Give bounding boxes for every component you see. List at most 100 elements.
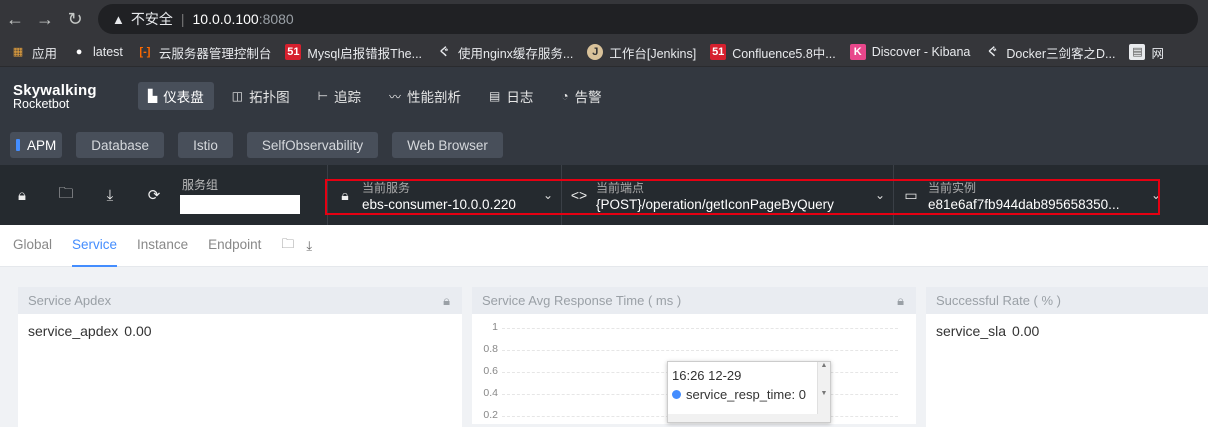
dashboard-content: Service Apdex 🔒︎ service_apdex 0.00 Servic… (0, 267, 1208, 427)
gridline (502, 350, 898, 351)
nav-alarm[interactable]: ◔ 告警 (551, 82, 611, 110)
apdex-card: Service Apdex 🔒︎ service_apdex 0.00 (18, 287, 462, 427)
dashboard-icon: ▙ (148, 89, 158, 103)
lock-icon[interactable]: 🔒︎ (897, 293, 904, 309)
chevron-down-icon: ⌄ (1150, 188, 1162, 202)
layer-selfobservability[interactable]: SelfObservability (246, 132, 379, 158)
bookmarks-bar: ▦ 应用 ● latest [-] 云服务器管理控制台 51 Mysql启报错报The.… (0, 38, 1208, 67)
address-bar[interactable]: ▲ 不安全 | 10.0.0.100 :8080 (98, 4, 1198, 34)
current-service-label: 当前服务 (362, 180, 411, 195)
alarm-icon: ◔ (561, 89, 569, 103)
gridline (502, 328, 898, 329)
current-instance-selector[interactable]: ▭ 当前实例 e81e6af7fb944dab895658350... ⌄ (893, 165, 1180, 225)
y-tick-label: 1 (492, 321, 498, 333)
nav-trace[interactable]: ⊢ 追踪 (308, 82, 371, 110)
current-service-value: ebs-consumer-10.0.0.220 (362, 196, 516, 212)
dashboard-tabs: Global Service Instance Endpoint 🗀 ⤓ (0, 225, 1208, 267)
nav-dashboard[interactable]: ▙ 仪表盘 (138, 82, 214, 110)
metric-key: service_apdex (28, 323, 119, 339)
layer-bar: APM Database Istio SelfObservability Web… (0, 125, 1208, 165)
nav-log[interactable]: ▤ 日志 (479, 82, 543, 110)
y-tick-label: 0.2 (483, 409, 498, 421)
nav-topology[interactable]: ◫ 拓扑图 (222, 82, 300, 110)
url-host: 10.0.0.100 (192, 11, 259, 27)
metric-value: 0.00 (124, 323, 152, 339)
tab-endpoint[interactable]: Endpoint (208, 225, 261, 267)
logo-line2: Rocketbot (13, 96, 70, 111)
bookmark-apps[interactable]: ▦ 应用 (10, 43, 57, 62)
tab-global[interactable]: Global (13, 225, 52, 267)
bookmark-docker[interactable]: ぐ Docker三剑客之D... (984, 43, 1116, 62)
lock-icon[interactable]: 🔒︎ (443, 293, 450, 309)
current-endpoint-label: 当前端点 (596, 180, 645, 195)
bookmark-aliyun[interactable]: [-] 云服务器管理控制台 (137, 43, 271, 62)
service-group: 服务组 (180, 176, 302, 214)
feather-icon: ぐ (986, 46, 998, 58)
app-header: Skywalking Rocketbot ▙ 仪表盘 ◫ 拓扑图 ⊢ 追踪 〰性能剖析… (0, 67, 1208, 125)
tab-service[interactable]: Service (72, 225, 118, 267)
bookmark-latest[interactable]: ● latest (71, 44, 123, 60)
card-header: Service Apdex 🔒︎ (18, 287, 462, 314)
current-service-text: 当前服务 ebs-consumer-10.0.0.220 (362, 179, 535, 212)
layer-istio[interactable]: Istio (178, 132, 233, 158)
download-icon[interactable]: ⤓ (306, 238, 312, 254)
bookmark-jenkins[interactable]: J 工作台[Jenkins] (587, 43, 696, 62)
folder-icon[interactable]: 🗀 (44, 183, 88, 208)
y-tick-label: 0.4 (483, 387, 498, 399)
browser-toolbar: ← → ↻ ▲ 不安全 | 10.0.0.100 :8080 (0, 0, 1208, 38)
url-port: :8080 (258, 11, 294, 27)
layer-web-browser[interactable]: Web Browser (392, 132, 503, 158)
address-separator: | (180, 11, 185, 27)
github-icon: ● (75, 46, 83, 58)
bookmark-page[interactable]: ▤ 网 (1129, 43, 1164, 62)
chart-tooltip: 16:26 12-29 service_resp_time: 0 ▲ ▼ (667, 361, 831, 423)
chevron-down-icon: ⌄ (874, 188, 886, 202)
sla-card: Successful Rate ( % ) service_sla 0.00 (926, 287, 1208, 427)
insecure-label: 不安全 (130, 11, 173, 27)
card-title: Service Apdex (28, 293, 112, 308)
bookmark-mysql[interactable]: 51 Mysql启报错报The... (285, 43, 422, 62)
tab-instance[interactable]: Instance (137, 225, 188, 267)
service-group-input[interactable] (180, 195, 300, 214)
layer-database[interactable]: Database (76, 132, 165, 158)
series-bullet (672, 390, 681, 399)
card-header: Successful Rate ( % ) (926, 287, 1208, 314)
page-icon: ▤ (1129, 44, 1146, 60)
kibana-icon: K (849, 44, 866, 60)
lock-icon[interactable]: 🔒︎ (0, 187, 44, 204)
back-button[interactable]: ← (0, 9, 30, 30)
refresh-icon[interactable]: ⟳ (132, 186, 176, 204)
bookmark-kibana[interactable]: K Discover - Kibana (849, 44, 970, 60)
top-nav: ▙ 仪表盘 ◫ 拓扑图 ⊢ 追踪 〰性能剖析 ▤ 日志 ◔ 告警 (138, 82, 620, 110)
current-instance-text: 当前实例 e81e6af7fb944dab895658350... (928, 179, 1143, 212)
resp-time-card: Service Avg Response Time ( ms ) 🔒︎ 1 0.8 0… (472, 287, 916, 427)
feather-icon: ぐ (438, 46, 450, 58)
metric-key: service_sla (936, 323, 1007, 339)
layer-apm[interactable]: APM (10, 132, 63, 158)
apps-grid-icon: ▦ (12, 46, 24, 58)
logo: Skywalking Rocketbot (0, 82, 138, 111)
chevron-down-icon: ⌄ (542, 188, 554, 202)
lock-icon: 🔒︎ (341, 186, 349, 203)
tooltip-value: 0 (798, 387, 806, 402)
tooltip-scrollbar[interactable]: ▲ ▼ (817, 362, 830, 422)
profile-icon: 〰 (389, 89, 402, 104)
tooltip-time: 16:26 12-29 (672, 368, 742, 383)
trace-icon: ⊢ (317, 89, 329, 103)
service-group-label: 服务组 (182, 178, 219, 192)
download-icon[interactable]: ⤓ (88, 187, 132, 204)
bookmark-confluence[interactable]: 51 Confluence5.8中... (710, 43, 836, 62)
card-header: Service Avg Response Time ( ms ) 🔒︎ (472, 287, 916, 314)
nav-profile[interactable]: 〰性能剖析 (379, 82, 471, 110)
current-endpoint-selector[interactable]: <> 当前端点 {POST}/operation/getIconPageByQu… (561, 165, 893, 225)
folder-icon[interactable]: 🗀 (281, 235, 294, 257)
card-title: Successful Rate ( % ) (936, 293, 1061, 308)
forward-button[interactable]: → (30, 9, 60, 30)
tooltip-hscrollbar[interactable] (668, 414, 818, 422)
code-icon: <> (570, 187, 588, 203)
bookmark-nginx[interactable]: ぐ使用nginx缓存服务... (436, 43, 574, 62)
reload-button[interactable]: ↻ (60, 9, 90, 30)
current-instance-label: 当前实例 (928, 180, 977, 195)
current-service-selector[interactable]: 🔒︎ 当前服务 ebs-consumer-10.0.0.220 ⌄ (327, 165, 561, 225)
tooltip-series: service_resp_time (686, 387, 792, 402)
